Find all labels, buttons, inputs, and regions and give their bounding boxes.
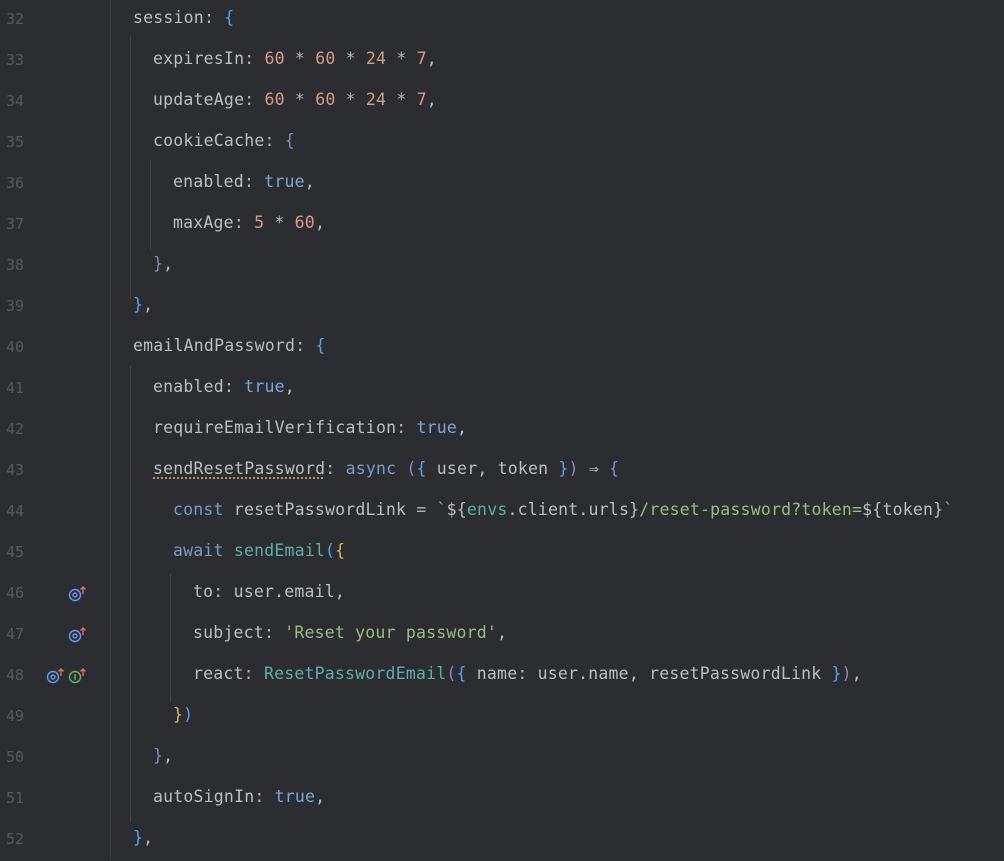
code-line[interactable]: 35 cookieCache: { xyxy=(0,123,1004,164)
line-number: 40 xyxy=(5,338,24,356)
code-line[interactable]: 38 }, xyxy=(0,246,1004,287)
line-number: 50 xyxy=(5,748,24,766)
line-number: 47 xyxy=(5,625,24,643)
code-line[interactable]: 51 autoSignIn: true, xyxy=(0,779,1004,820)
code-text[interactable]: const resetPasswordLink = `${envs.client… xyxy=(173,500,953,519)
code-text[interactable]: }, xyxy=(153,746,173,765)
line-number: 39 xyxy=(5,297,24,315)
code-line[interactable]: 41 enabled: true, xyxy=(0,369,1004,410)
line-number: 37 xyxy=(5,215,24,233)
code-line[interactable]: 40 emailAndPassword: { xyxy=(0,328,1004,369)
code-line[interactable]: 49 }) xyxy=(0,697,1004,738)
code-text[interactable]: }, xyxy=(133,295,153,314)
code-text[interactable]: sendResetPassword: async ({ user, token … xyxy=(153,459,619,478)
code-text[interactable]: updateAge: 60 * 60 * 24 * 7, xyxy=(153,90,437,109)
line-number: 32 xyxy=(5,10,24,28)
code-text[interactable]: cookieCache: { xyxy=(153,131,295,150)
code-text[interactable]: }, xyxy=(153,254,173,273)
implementation-up-icon[interactable] xyxy=(68,585,88,607)
code-line[interactable]: 48 react: ResetPasswordEmail({ name: use… xyxy=(0,656,1004,697)
code-text[interactable]: emailAndPassword: { xyxy=(133,336,326,355)
line-number: 45 xyxy=(5,543,24,561)
code-text[interactable]: enabled: true, xyxy=(173,172,315,191)
code-text[interactable]: }, xyxy=(133,828,153,847)
code-text[interactable]: autoSignIn: true, xyxy=(153,787,325,806)
code-text[interactable]: subject: 'Reset your password', xyxy=(193,623,507,642)
code-text[interactable]: maxAge: 5 * 60, xyxy=(173,213,325,232)
code-line[interactable]: 43 sendResetPassword: async ({ user, tok… xyxy=(0,451,1004,492)
code-editor[interactable]: 32 session: { 33 expiresIn: 60 * 60 * 24… xyxy=(0,0,1004,860)
line-number: 41 xyxy=(5,379,24,397)
line-number: 42 xyxy=(5,420,24,438)
line-number: 36 xyxy=(5,174,24,192)
code-line[interactable]: 42 requireEmailVerification: true, xyxy=(0,410,1004,451)
code-text[interactable]: enabled: true, xyxy=(153,377,295,396)
code-line[interactable]: 52 }, xyxy=(0,820,1004,861)
line-number: 51 xyxy=(5,789,24,807)
code-line[interactable]: 45 await sendEmail({ xyxy=(0,533,1004,574)
implementation-up-icon[interactable] xyxy=(46,667,66,689)
code-text[interactable]: expiresIn: 60 * 60 * 24 * 7, xyxy=(153,49,437,68)
code-line[interactable]: 37 maxAge: 5 * 60, xyxy=(0,205,1004,246)
code-line[interactable]: 32 session: { xyxy=(0,0,1004,41)
line-number: 43 xyxy=(5,461,24,479)
line-number: 44 xyxy=(5,502,24,520)
code-line[interactable]: 47 subject: 'Reset your password', xyxy=(0,615,1004,656)
line-number: 52 xyxy=(5,830,24,848)
code-text[interactable]: session: { xyxy=(133,8,234,27)
line-number: 38 xyxy=(5,256,24,274)
code-line[interactable]: 33 expiresIn: 60 * 60 * 24 * 7, xyxy=(0,41,1004,82)
line-number: 46 xyxy=(5,584,24,602)
line-number: 34 xyxy=(5,92,24,110)
code-line[interactable]: 34 updateAge: 60 * 60 * 24 * 7, xyxy=(0,82,1004,123)
line-number: 48 xyxy=(5,666,24,684)
code-text[interactable]: requireEmailVerification: true, xyxy=(153,418,467,437)
line-number: 33 xyxy=(5,51,24,69)
line-number: 35 xyxy=(5,133,24,151)
code-text[interactable]: to: user.email, xyxy=(193,582,345,601)
line-number: 49 xyxy=(5,707,24,725)
code-text[interactable]: await sendEmail({ xyxy=(173,541,345,560)
code-text[interactable]: react: ResetPasswordEmail({ name: user.n… xyxy=(193,664,862,683)
code-line[interactable]: 39 }, xyxy=(0,287,1004,328)
code-line[interactable]: 46 to: user.email, xyxy=(0,574,1004,615)
implementation-up-icon[interactable] xyxy=(68,626,88,648)
code-line[interactable]: 50 }, xyxy=(0,738,1004,779)
code-line[interactable]: 36 enabled: true, xyxy=(0,164,1004,205)
code-line[interactable]: 44 const resetPasswordLink = `${envs.cli… xyxy=(0,492,1004,533)
interface-up-icon[interactable] xyxy=(68,667,88,689)
code-text[interactable]: }) xyxy=(173,705,193,724)
